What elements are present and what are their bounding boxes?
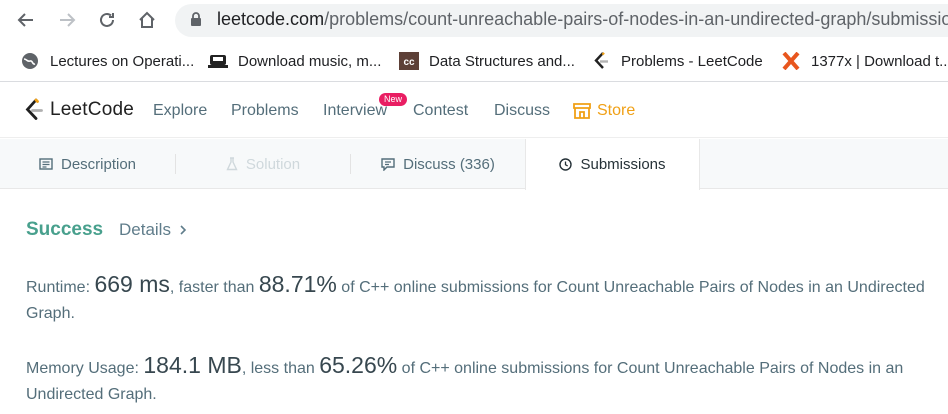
memory-stat: Memory Usage: 184.1 MB, less than 65.26%… [26, 352, 931, 408]
bookmark-1377x[interactable]: 1377x | Download t... [781, 50, 948, 72]
brand-name: LeetCode [50, 99, 135, 120]
problem-tabs: Description Solution Discuss (336) Submi… [0, 139, 948, 190]
bookmark-label: Download music, m... [238, 52, 382, 70]
nav-explore[interactable]: Explore [153, 102, 207, 120]
memory-percentile: 65.26% [319, 352, 398, 378]
bookmark-data-structures[interactable]: cc Data Structures and... [399, 50, 575, 72]
bookmark-label: Lectures on Operati... [50, 52, 195, 70]
leetcode-logo-icon [25, 98, 43, 120]
flask-icon [226, 157, 238, 171]
chevron-right-icon [179, 224, 187, 236]
runtime-stat: Runtime: 669 ms, faster than 88.71% of C… [26, 271, 931, 327]
memory-label: Memory Usage: [26, 360, 144, 377]
bookmark-label: Problems - LeetCode [621, 52, 763, 70]
bookmarks-bar: Lectures on Operati... Download music, m… [0, 40, 948, 82]
runtime-value: 669 ms [94, 271, 170, 297]
x-icon [781, 51, 801, 71]
brand-logo[interactable]: LeetCode [24, 98, 134, 122]
forward-arrow-icon [60, 13, 76, 27]
memory-mid: , less than [241, 360, 320, 377]
runtime-percentile: 88.71% [258, 271, 337, 297]
submission-status: Success [26, 219, 104, 240]
runtime-mid: , faster than [169, 279, 259, 296]
tab-label: Description [60, 155, 137, 173]
store-icon [573, 103, 591, 119]
clock-icon [559, 158, 573, 171]
lock-icon [190, 11, 202, 32]
memory-value: 184.1 MB [143, 352, 242, 378]
tab-submissions[interactable]: Submissions [525, 139, 700, 190]
details-label: Details [119, 220, 171, 239]
new-badge: New [379, 93, 408, 106]
back-button[interactable] [14, 8, 38, 32]
bookmark-label: 1377x | Download t... [811, 52, 948, 70]
comment-icon [381, 157, 395, 171]
nav-discuss[interactable]: Discuss [494, 102, 550, 120]
store-label: Store [597, 102, 636, 119]
nav-interview[interactable]: Interview [323, 102, 387, 120]
bookmark-lectures[interactable]: Lectures on Operati... [20, 50, 194, 72]
tab-label: Submissions [580, 156, 666, 173]
tab-label: Solution [245, 155, 301, 173]
bookmark-download-music[interactable]: Download music, m... [208, 50, 381, 72]
details-link[interactable]: Details [119, 220, 187, 240]
cc-icon: cc [399, 51, 419, 71]
back-arrow-icon [17, 13, 33, 27]
browser-toolbar: leetcode.com/problems/count-unreachable-… [0, 0, 948, 40]
globe-icon [20, 51, 40, 71]
tab-label: Discuss (336) [403, 155, 495, 173]
reload-button[interactable] [95, 8, 119, 32]
svg-text:cc: cc [403, 57, 415, 68]
home-button[interactable] [135, 8, 159, 32]
car-icon [208, 51, 228, 71]
home-icon [139, 11, 155, 28]
forward-button[interactable] [55, 8, 79, 32]
nav-store[interactable]: Store [573, 102, 635, 120]
tab-description[interactable]: Description [0, 139, 175, 189]
tab-solution[interactable]: Solution [176, 139, 350, 189]
site-navbar: LeetCode [0, 83, 948, 138]
nav-contest[interactable]: Contest [413, 102, 468, 120]
tab-discuss[interactable]: Discuss (336) [351, 139, 525, 189]
description-icon [39, 158, 53, 170]
url-host: leetcode.com [217, 9, 325, 29]
bookmark-label: Data Structures and... [429, 52, 575, 70]
url-text[interactable]: leetcode.com/problems/count-unreachable-… [217, 9, 948, 30]
url-path: /problems/count-unreachable-pairs-of-nod… [324, 9, 948, 29]
reload-icon [100, 12, 114, 27]
runtime-label: Runtime: [26, 279, 95, 296]
nav-problems[interactable]: Problems [231, 102, 299, 120]
bookmark-problems-leetcode[interactable]: Problems - LeetCode [591, 50, 763, 72]
leetcode-icon [591, 51, 611, 71]
